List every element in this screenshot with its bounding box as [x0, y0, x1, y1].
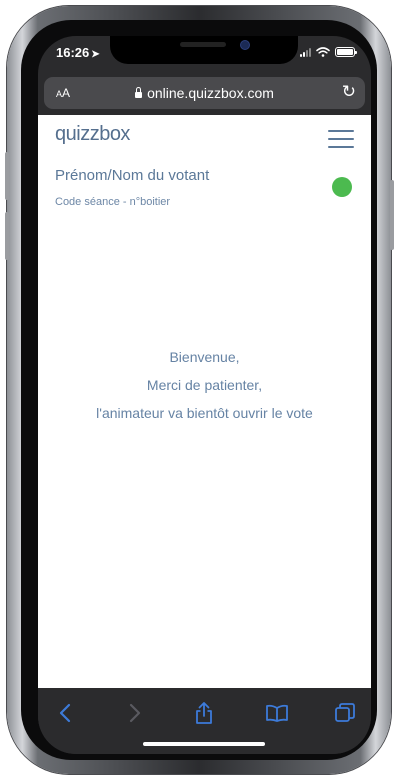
session-code: Code séance - n°boitier [55, 196, 171, 208]
share-icon [196, 702, 212, 724]
quizzbox-logo[interactable]: quizzbox [55, 123, 130, 146]
tabs-button[interactable] [332, 701, 358, 725]
volume-down-button [5, 212, 9, 260]
location-arrow-icon: ➤ [91, 49, 100, 60]
camera-icon [240, 40, 250, 50]
waiting-message: Bienvenue, Merci de patienter, l'animate… [38, 343, 371, 427]
url-display[interactable]: online.quizzbox.com [44, 85, 365, 101]
volume-up-button [5, 152, 9, 200]
cellular-signal-icon [300, 47, 311, 57]
back-icon [59, 703, 71, 723]
message-line: Merci de patienter, [146, 377, 263, 393]
address-bar[interactable]: AA online.quizzbox.com ↻ [44, 77, 365, 109]
message-line: l'animateur va bientôt ouvrir le vote [96, 405, 313, 421]
status-time: 16:26 ➤ [56, 45, 100, 60]
phone-screen: 16:26 ➤ AA online.quizzbox.com ↻ quizzbo… [38, 36, 371, 754]
web-content: quizzbox Prénom/Nom du votant Code séanc… [38, 115, 371, 688]
browser-toolbar [38, 688, 371, 754]
power-button [390, 180, 394, 250]
time-text: 16:26 [56, 45, 90, 60]
home-indicator[interactable] [143, 742, 265, 746]
share-button[interactable] [191, 701, 217, 725]
bookmarks-button[interactable] [264, 701, 290, 725]
hamburger-menu-icon[interactable] [328, 130, 354, 148]
message-line: Bienvenue, [169, 349, 240, 365]
tabs-icon [335, 703, 355, 722]
battery-icon [335, 47, 357, 57]
voter-name: Prénom/Nom du votant [55, 167, 210, 184]
status-bar: 16:26 ➤ [38, 36, 371, 72]
bookmarks-icon [266, 704, 288, 722]
battery-level [337, 49, 353, 55]
status-icons [300, 47, 357, 57]
forward-button[interactable] [122, 701, 148, 725]
connection-status-indicator [332, 177, 352, 197]
url-text: online.quizzbox.com [147, 85, 274, 101]
lock-icon [135, 87, 143, 98]
reload-icon[interactable]: ↻ [342, 82, 356, 102]
back-button[interactable] [52, 701, 78, 725]
notch [110, 36, 298, 64]
speaker [180, 42, 226, 47]
wifi-icon [316, 47, 330, 57]
forward-icon [129, 703, 141, 723]
